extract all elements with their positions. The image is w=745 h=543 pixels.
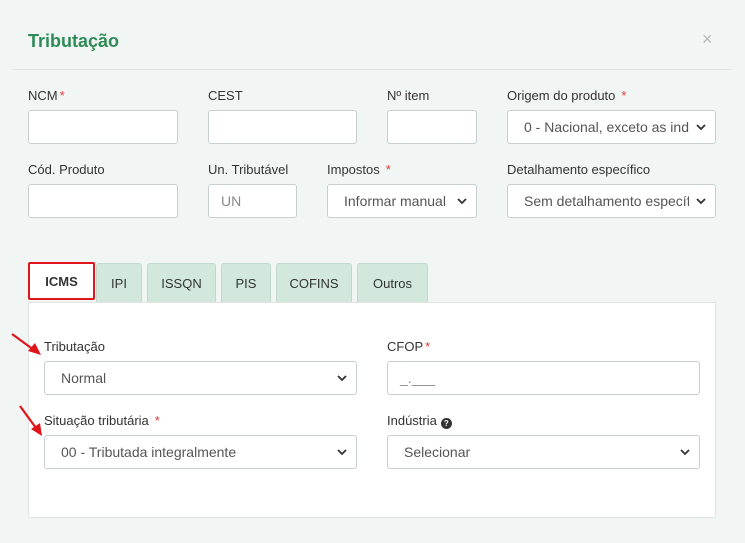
situacao-tributaria-label: Situação tributária * [44, 413, 160, 428]
required-marker: * [425, 339, 431, 354]
required-marker: * [59, 88, 65, 103]
chevron-down-icon [337, 449, 347, 456]
required-marker: * [385, 162, 391, 177]
industria-label: Indústria? [387, 413, 452, 429]
chevron-down-icon [696, 124, 706, 131]
tributacao-select-value: Normal [61, 370, 107, 386]
cod-produto-input[interactable] [28, 184, 178, 218]
tab-pis[interactable]: PIS [221, 263, 271, 303]
chevron-down-icon [337, 375, 347, 382]
n-item-label: Nº item [387, 88, 430, 103]
un-tributavel-label: Un. Tributável [208, 162, 289, 177]
modal-title: Tributação [28, 31, 120, 51]
chevron-down-icon [696, 198, 706, 205]
annotation-arrow-icon [19, 405, 42, 436]
industria-select-value: Selecionar [404, 444, 471, 460]
situacao-tributaria-select-value: 00 - Tributada integralmente [61, 444, 237, 460]
industria-select[interactable]: Selecionar [387, 435, 700, 469]
un-tributavel-input[interactable]: UN [208, 184, 297, 218]
annotation-arrow-icon [11, 333, 41, 355]
tributacao-label: Tributação [44, 339, 105, 354]
tab-ipi[interactable]: IPI [96, 263, 142, 303]
required-marker: * [621, 88, 627, 103]
detalhamento-select[interactable]: Sem detalhamento específi [507, 184, 716, 218]
icms-tab-panel [28, 302, 716, 518]
situacao-tributaria-select[interactable]: 00 - Tributada integralmente [44, 435, 357, 469]
origem-label: Origem do produto * [507, 88, 627, 103]
cest-label: CEST [208, 88, 243, 103]
tab-outros[interactable]: Outros [357, 263, 428, 303]
origem-select-value: 0 - Nacional, exceto as ind [524, 119, 689, 135]
ncm-input[interactable] [28, 110, 178, 144]
cfop-input[interactable]: _.___ [387, 361, 700, 395]
header-divider [13, 69, 731, 70]
tab-issqn[interactable]: ISSQN [147, 263, 216, 303]
cest-input[interactable] [208, 110, 357, 144]
required-marker: * [154, 413, 160, 428]
chevron-down-icon [680, 449, 690, 456]
chevron-down-icon [457, 198, 467, 205]
tab-icms[interactable]: ICMS [28, 262, 95, 300]
detalhamento-label: Detalhamento específico [507, 162, 651, 177]
ncm-label: NCM * [28, 88, 65, 103]
detalhamento-select-value: Sem detalhamento específi [524, 193, 689, 209]
impostos-select-value: Informar manual [344, 193, 446, 209]
cfop-label: CFOP * [387, 339, 431, 354]
close-icon[interactable]: × [702, 30, 713, 48]
impostos-select[interactable]: Informar manual [327, 184, 477, 218]
tributacao-select[interactable]: Normal [44, 361, 357, 395]
origem-select[interactable]: 0 - Nacional, exceto as ind [507, 110, 716, 144]
question-circle-icon[interactable]: ? [440, 418, 452, 429]
tab-cofins[interactable]: COFINS [276, 263, 352, 303]
impostos-label: Impostos * [327, 162, 391, 177]
cod-produto-label: Cód. Produto [28, 162, 105, 177]
n-item-input[interactable] [387, 110, 477, 144]
